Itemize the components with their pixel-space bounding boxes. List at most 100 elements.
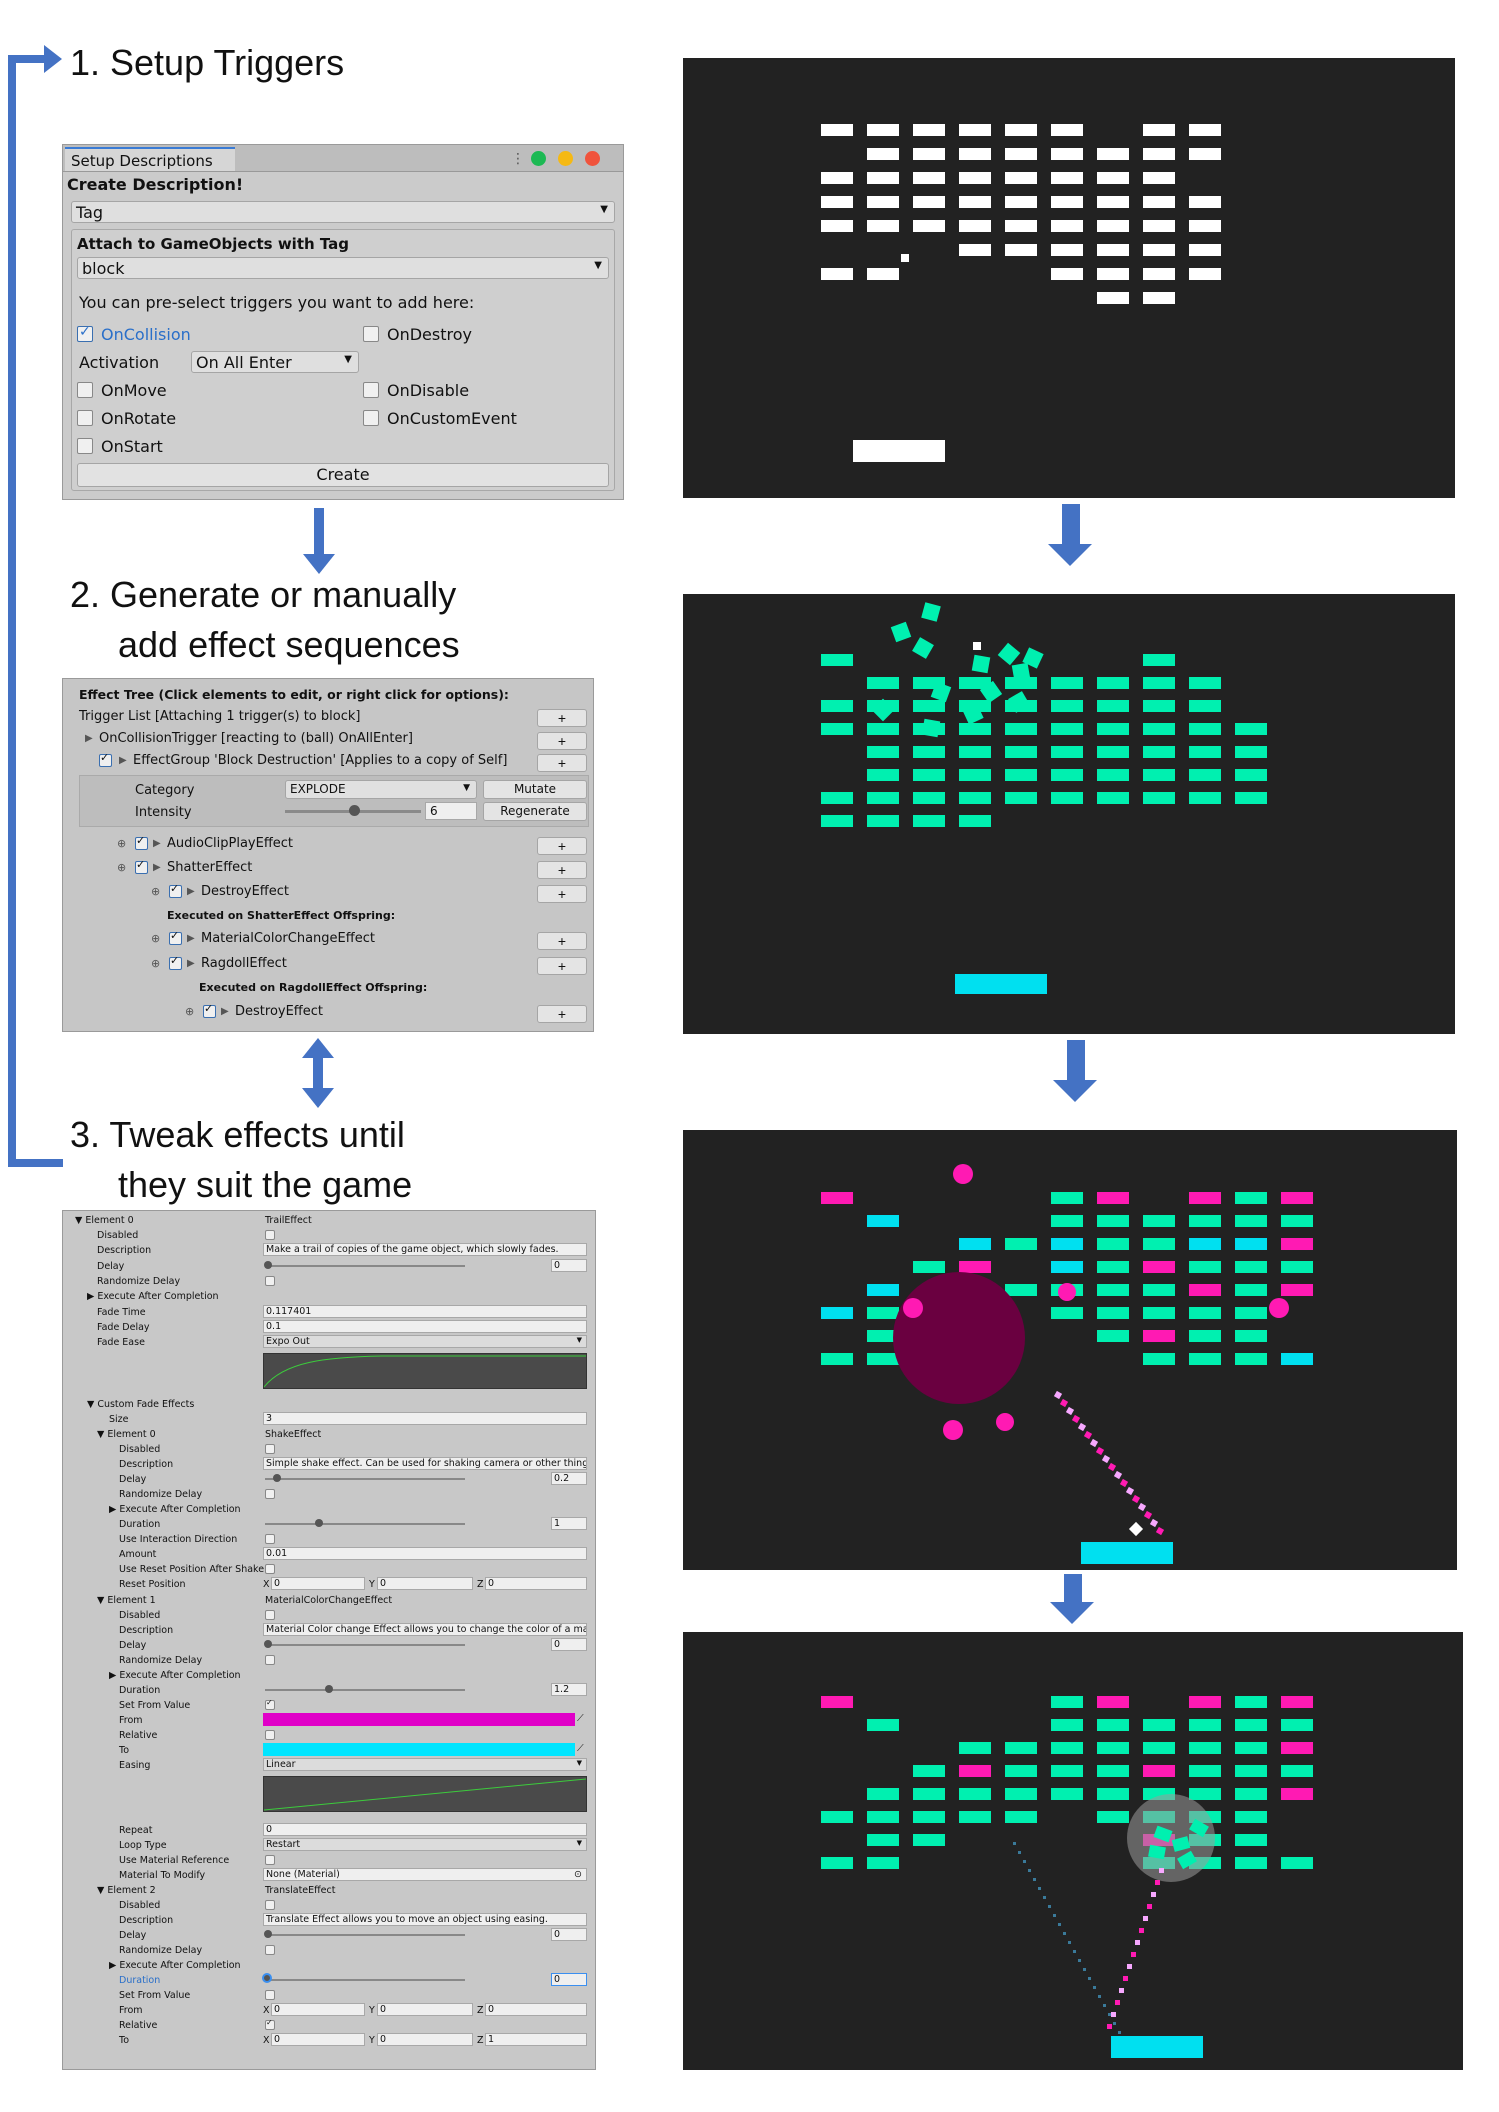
fade-time-field[interactable]: 0.117401 (263, 1305, 587, 1318)
mcc-description-field[interactable]: Material Color change Effect allows you … (263, 1623, 587, 1636)
fade-curve-preview[interactable] (263, 1353, 587, 1389)
reset-y-field[interactable]: 0 (377, 1577, 473, 1590)
add-effect-button[interactable]: + (537, 1005, 587, 1023)
checkbox-oncollision[interactable]: ✓ (77, 324, 93, 342)
checkbox-destroy-2[interactable]: ✓ (203, 1003, 216, 1018)
checkbox-audioclip[interactable]: ✓ (135, 835, 148, 850)
shake-description-field[interactable]: Simple shake effect. Can be used for sha… (263, 1457, 587, 1470)
loop-type-select[interactable]: Restart ▼ (263, 1838, 587, 1851)
disabled-checkbox[interactable] (265, 1610, 275, 1620)
delay-field[interactable]: 0 (551, 1928, 587, 1941)
use-interaction-checkbox[interactable] (265, 1534, 275, 1544)
disabled-checkbox[interactable] (265, 1230, 275, 1240)
category-select[interactable]: EXPLODE ▼ (285, 780, 477, 799)
delay-slider[interactable] (265, 1478, 465, 1480)
from-x-field[interactable]: 0 (271, 2003, 365, 2016)
expand-arrow-icon[interactable]: ▶ (221, 1006, 229, 1017)
effect-row-destroy[interactable]: DestroyEffect (201, 884, 289, 899)
checkbox-oncustomevent[interactable] (363, 410, 379, 426)
easing-select[interactable]: Linear ▼ (263, 1758, 587, 1771)
expand-arrow-icon[interactable]: ▶ (85, 733, 93, 744)
add-effect-button[interactable]: + (537, 861, 587, 879)
execute-after-foldout[interactable]: ▶ Execute After Completion (109, 1504, 241, 1515)
eyedropper-icon[interactable]: ⟋ (577, 1713, 584, 1724)
duration-slider[interactable] (265, 1689, 465, 1691)
duration-field[interactable]: 0 (551, 1973, 587, 1986)
checkbox-shatter[interactable]: ✓ (135, 859, 148, 874)
from-z-field[interactable]: 0 (485, 2003, 587, 2016)
add-effect-button[interactable]: + (537, 837, 587, 855)
lock-icon[interactable]: ⊕ (151, 932, 160, 945)
regenerate-button[interactable]: Regenerate (483, 802, 587, 821)
add-effect-button[interactable]: + (537, 754, 587, 772)
custom-fade-foldout[interactable]: ▼ Custom Fade Effects (87, 1399, 194, 1410)
randomize-delay-checkbox[interactable] (265, 1276, 275, 1286)
fade-ease-select[interactable]: Expo Out ▼ (263, 1335, 587, 1348)
checkbox-materialcolor[interactable]: ✓ (169, 930, 182, 945)
shake-element-foldout[interactable]: ▼ Element 0 (97, 1429, 156, 1440)
mutate-button[interactable]: Mutate (483, 780, 587, 799)
translate-description-field[interactable]: Translate Effect allows you to move an o… (263, 1913, 587, 1926)
add-effect-button[interactable]: + (537, 932, 587, 950)
checkbox-ondestroy[interactable] (363, 326, 379, 342)
effectgroup-row[interactable]: EffectGroup 'Block Destruction' [Applies… (133, 753, 507, 768)
effect-row-materialcolor[interactable]: MaterialColorChangeEffect (201, 931, 375, 946)
eyedropper-icon[interactable]: ⟋ (577, 1743, 584, 1754)
disabled-checkbox[interactable] (265, 1444, 275, 1454)
material-to-modify-field[interactable]: None (Material) ⊙ (263, 1868, 587, 1881)
checkbox-destroy[interactable]: ✓ (169, 883, 182, 898)
repeat-field[interactable]: 0 (263, 1823, 587, 1836)
lock-icon[interactable]: ⊕ (185, 1005, 194, 1018)
fade-delay-field[interactable]: 0.1 (263, 1320, 587, 1333)
disabled-checkbox[interactable] (265, 1900, 275, 1910)
activation-select[interactable]: On All Enter ▼ (191, 351, 359, 373)
delay-slider-handle[interactable] (273, 1474, 281, 1482)
expand-arrow-icon[interactable]: ▶ (119, 755, 127, 766)
size-field[interactable]: 3 (263, 1412, 587, 1425)
set-from-checkbox[interactable] (265, 1990, 275, 2000)
easing-curve-preview[interactable] (263, 1776, 587, 1812)
to-color-swatch[interactable] (263, 1743, 575, 1756)
intensity-field[interactable]: 6 (425, 802, 477, 820)
collision-trigger-row[interactable]: OnCollisionTrigger [reacting to (ball) O… (99, 731, 413, 746)
execute-after-foldout[interactable]: ▶ Execute After Completion (109, 1960, 241, 1971)
lock-icon[interactable]: ⊕ (117, 861, 126, 874)
duration-slider[interactable] (265, 1523, 465, 1525)
intensity-slider-handle[interactable] (349, 805, 360, 816)
expand-arrow-icon[interactable]: ▶ (153, 862, 161, 873)
mcc-element-foldout[interactable]: ▼ Element 1 (97, 1595, 156, 1606)
expand-arrow-icon[interactable]: ▶ (187, 886, 195, 897)
delay-slider-handle[interactable] (264, 1261, 272, 1269)
delay-field[interactable]: 0 (551, 1259, 587, 1272)
randomize-delay-checkbox[interactable] (265, 1945, 275, 1955)
window-close-icon[interactable] (585, 151, 600, 166)
lock-icon[interactable]: ⊕ (117, 837, 126, 850)
type-select[interactable]: Tag ▼ (71, 201, 615, 223)
expand-arrow-icon[interactable]: ▶ (187, 958, 195, 969)
translate-element-foldout[interactable]: ▼ Element 2 (97, 1885, 156, 1896)
add-effect-button[interactable]: + (537, 732, 587, 750)
lock-icon[interactable]: ⊕ (151, 885, 160, 898)
amount-field[interactable]: 0.01 (263, 1547, 587, 1560)
tab-setup-descriptions[interactable]: Setup Descriptions (65, 147, 235, 171)
delay-slider[interactable] (265, 1934, 465, 1936)
duration-slider-handle[interactable] (325, 1685, 333, 1693)
window-close-green-icon[interactable] (531, 151, 546, 166)
description-field[interactable]: Make a trail of copies of the game objec… (263, 1243, 587, 1256)
from-color-swatch[interactable] (263, 1713, 575, 1726)
execute-after-foldout[interactable]: ▶ Execute After Completion (87, 1291, 219, 1302)
window-minimize-icon[interactable] (558, 151, 573, 166)
delay-slider-handle[interactable] (264, 1930, 272, 1938)
element-0-label[interactable]: ▼ Element 0 (75, 1215, 134, 1226)
tag-select[interactable]: block ▼ (77, 257, 609, 279)
lock-icon[interactable]: ⊕ (151, 957, 160, 970)
delay-slider-handle[interactable] (264, 1640, 272, 1648)
delay-slider[interactable] (265, 1644, 465, 1646)
execute-after-foldout[interactable]: ▶ Execute After Completion (109, 1670, 241, 1681)
delay-slider[interactable] (265, 1265, 465, 1267)
set-from-checkbox[interactable]: ✓ (265, 1698, 275, 1710)
use-reset-checkbox[interactable] (265, 1564, 275, 1574)
checkbox-effectgroup[interactable]: ✓ (99, 752, 112, 767)
duration-slider-handle[interactable] (315, 1519, 323, 1527)
add-effect-button[interactable]: + (537, 885, 587, 903)
